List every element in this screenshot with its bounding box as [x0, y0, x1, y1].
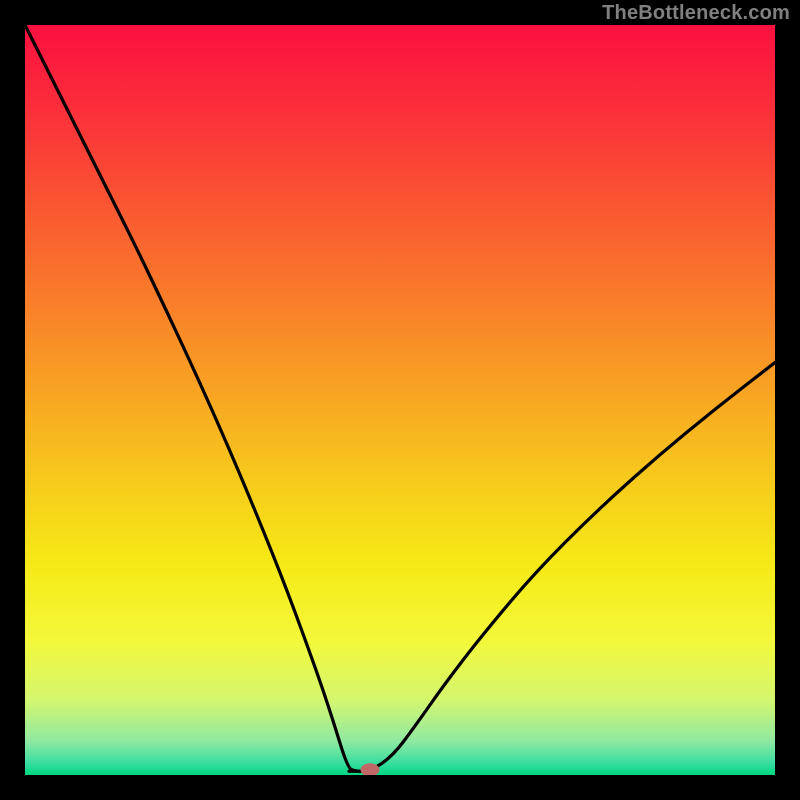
gradient-background	[25, 25, 775, 775]
minimum-marker	[361, 764, 379, 775]
chart-svg	[25, 25, 775, 775]
watermark-text: TheBottleneck.com	[602, 2, 790, 25]
outer-frame: TheBottleneck.com	[0, 0, 800, 800]
plot-area	[25, 25, 775, 775]
